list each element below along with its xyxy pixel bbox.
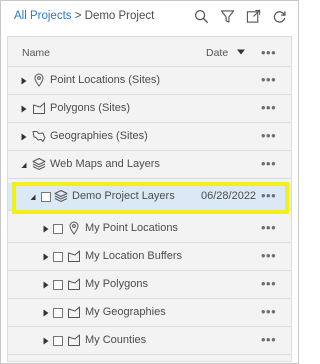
row-checkbox[interactable] [53, 252, 63, 262]
more-options-icon[interactable]: ••• [261, 156, 276, 171]
list-item-label: Geographies (Sites) [50, 130, 148, 142]
filter-icon[interactable] [219, 8, 236, 25]
list-item-web-maps-and-layers[interactable]: Web Maps and Layers ••• [8, 151, 291, 179]
polygon-icon [68, 278, 80, 290]
search-icon[interactable] [193, 8, 210, 25]
list-item-label: Web Maps and Layers [50, 158, 160, 170]
list-item-my-polygons[interactable]: My Polygons ••• [8, 271, 291, 299]
breadcrumb-current: Demo Project [84, 10, 155, 22]
top-bar: All Projects > Demo Project [1, 1, 298, 33]
list-item-date: 06/28/2022 [201, 190, 257, 202]
more-options-icon[interactable]: ••• [261, 304, 276, 319]
items-list: Name Date ••• Point Locations (Sites) ••… [7, 36, 292, 362]
more-options-icon[interactable]: ••• [261, 100, 276, 115]
list-item-my-counties[interactable]: My Counties ••• [8, 327, 291, 355]
list-item-demo-project-layers[interactable]: Demo Project Layers 06/28/2022 ••• [8, 183, 291, 211]
list-item-label: My Counties [85, 334, 147, 346]
header-more-icon[interactable]: ••• [261, 45, 276, 60]
refresh-icon[interactable] [271, 8, 288, 25]
list-item-label: Polygons (Sites) [50, 102, 131, 114]
export-icon[interactable] [245, 8, 262, 25]
breadcrumb: All Projects > Demo Project [14, 10, 154, 22]
more-options-icon[interactable]: ••• [261, 188, 276, 203]
chevron-down-icon[interactable] [21, 161, 27, 169]
more-options-icon[interactable]: ••• [261, 276, 276, 291]
list-item-label: My Geographies [85, 306, 166, 318]
list-item-label: My Point Locations [85, 222, 178, 234]
chevron-right-icon[interactable] [21, 133, 27, 141]
polygon-icon [68, 334, 80, 346]
layers-icon [54, 190, 68, 203]
breadcrumb-all-projects-link[interactable]: All Projects [14, 10, 72, 22]
chevron-right-icon[interactable] [43, 309, 49, 317]
polygon-icon [68, 250, 80, 262]
row-checkbox[interactable] [53, 224, 63, 234]
polygon-icon [68, 306, 80, 318]
pin-icon [69, 221, 79, 235]
more-options-icon[interactable]: ••• [261, 332, 276, 347]
polygon-icon [33, 102, 45, 114]
row-checkbox[interactable] [53, 280, 63, 290]
list-item-geographies-sites[interactable]: Geographies (Sites) ••• [8, 123, 291, 151]
more-options-icon[interactable]: ••• [261, 220, 276, 235]
list-item-my-location-buffers[interactable]: My Location Buffers ••• [8, 243, 291, 271]
row-checkbox[interactable] [53, 308, 63, 318]
list-item-polygons-sites[interactable]: Polygons (Sites) ••• [8, 95, 291, 123]
pin-icon [34, 73, 44, 87]
row-checkbox[interactable] [41, 192, 51, 202]
column-header-name[interactable]: Name [22, 47, 50, 59]
chevron-right-icon[interactable] [21, 77, 27, 85]
list-item-label: My Location Buffers [85, 250, 183, 262]
more-options-icon[interactable]: ••• [261, 128, 276, 143]
list-item-label: Demo Project Layers [72, 190, 175, 202]
more-options-icon[interactable]: ••• [261, 248, 276, 263]
chevron-right-icon[interactable] [43, 337, 49, 345]
chevron-right-icon[interactable] [43, 253, 49, 261]
layers-icon [32, 158, 46, 171]
chevron-right-icon[interactable] [21, 105, 27, 113]
chevron-right-icon[interactable] [43, 281, 49, 289]
geography-icon [32, 131, 46, 142]
row-checkbox[interactable] [53, 336, 63, 346]
list-item-label: My Polygons [85, 278, 148, 290]
more-options-icon[interactable]: ••• [261, 72, 276, 87]
list-item-my-geographies[interactable]: My Geographies ••• [8, 299, 291, 327]
list-item-label: Point Locations (Sites) [50, 74, 161, 86]
chevron-right-icon[interactable] [43, 225, 49, 233]
list-item-point-locations-sites[interactable]: Point Locations (Sites) ••• [8, 67, 291, 95]
chevron-down-icon[interactable] [30, 193, 36, 201]
column-header-date[interactable]: Date [206, 47, 228, 59]
toolbar [193, 8, 288, 25]
sort-descending-icon[interactable] [236, 48, 246, 56]
project-browser-window: All Projects > Demo Project Name Date ••… [0, 0, 299, 364]
breadcrumb-separator: > [71, 10, 85, 22]
list-header: Name Date ••• [8, 37, 291, 67]
list-item-my-point-locations[interactable]: My Point Locations ••• [8, 215, 291, 243]
